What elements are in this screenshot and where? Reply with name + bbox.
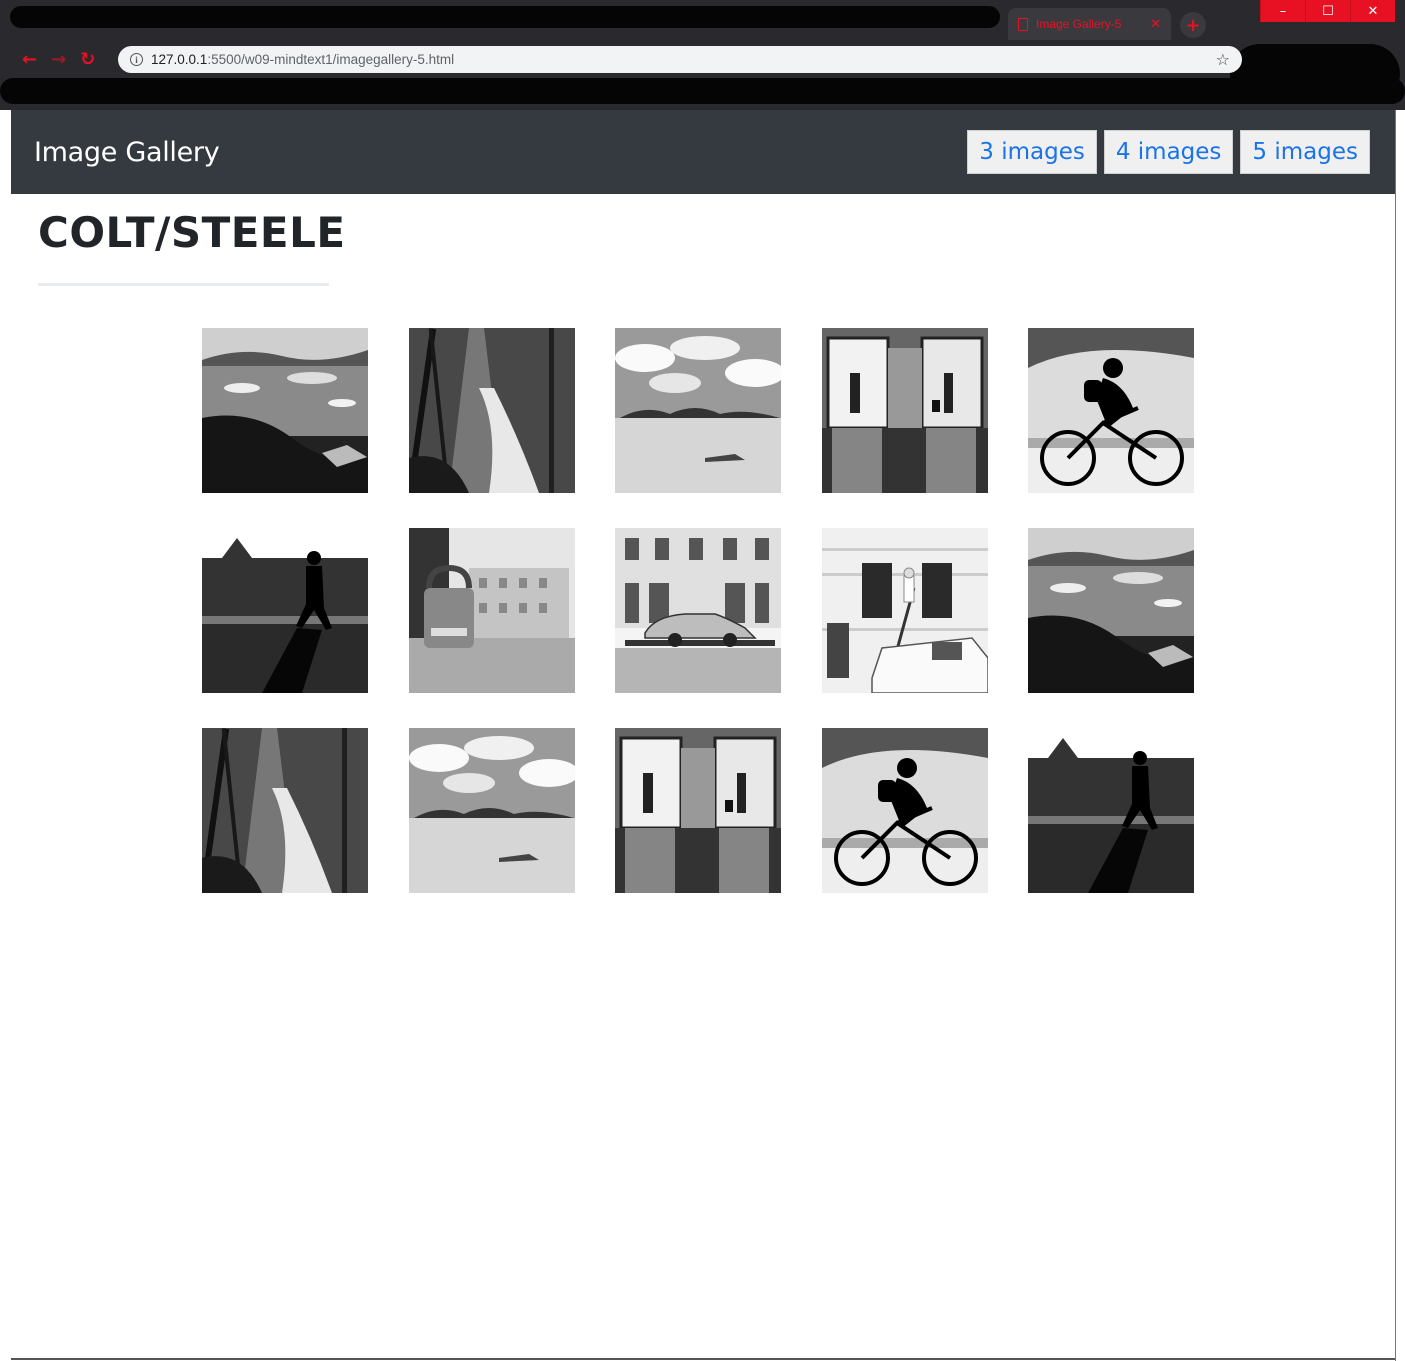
site-info-icon[interactable]: i (130, 53, 143, 66)
icebergs-lagoon-photo (202, 328, 368, 493)
gallery-image (615, 328, 781, 493)
cyclist-silhouette-photo (1028, 328, 1194, 493)
three-images-button[interactable]: 3 images (967, 130, 1097, 174)
four-images-button[interactable]: 4 images (1103, 130, 1234, 174)
forest-waterfall-photo (202, 728, 368, 893)
painter-ladder-van-photo (821, 528, 988, 693)
minimize-button[interactable]: – (1260, 0, 1305, 22)
gallery-image (408, 528, 575, 693)
elevator-doors-photo (821, 328, 988, 493)
reload-icon[interactable]: ↻ (80, 49, 95, 70)
gallery-image (202, 728, 368, 893)
gallery-image (615, 728, 781, 893)
forward-arrow-icon[interactable]: → (51, 49, 66, 70)
navbar-brand[interactable]: Image Gallery (34, 137, 220, 168)
gallery-image (202, 528, 368, 693)
desert-clouds-photo (408, 728, 575, 893)
icebergs-lagoon-photo (1028, 528, 1194, 693)
gallery-image (1028, 728, 1194, 893)
page-content: COLT/STEELE (11, 194, 1395, 1360)
browser-tab[interactable]: Image Gallery-5 ✕ (1008, 8, 1171, 40)
gallery-image (821, 528, 988, 693)
navigation-buttons: ← → ↻ (22, 49, 95, 70)
window-bottom-edge (11, 1358, 1395, 1360)
elevator-doors-photo (615, 728, 781, 893)
gallery-image (1028, 328, 1194, 493)
tab-title: Image Gallery-5 (1036, 17, 1122, 31)
maximize-button[interactable]: ☐ (1305, 0, 1350, 22)
bookmark-star-icon[interactable]: ☆ (1216, 50, 1230, 69)
padlock-street-photo (408, 528, 575, 693)
gallery-image (408, 728, 575, 893)
address-bar[interactable]: i 127.0.0.1:5500/w09-mindtext1/imagegall… (118, 46, 1242, 73)
back-arrow-icon[interactable]: ← (22, 49, 37, 70)
car-on-trailer-photo (615, 528, 781, 693)
cyclist-silhouette-photo (821, 728, 988, 893)
page-icon (1018, 17, 1028, 31)
gallery-image (615, 528, 781, 693)
gallery-image (821, 728, 988, 893)
page-heading: COLT/STEELE (38, 208, 346, 257)
close-window-button[interactable]: ✕ (1350, 0, 1395, 22)
walker-silhouette-photo (202, 528, 368, 693)
navbar: Image Gallery 3 images 4 images 5 images (11, 110, 1395, 194)
url-text[interactable]: 127.0.0.1:5500/w09-mindtext1/imagegaller… (151, 52, 1208, 67)
close-tab-icon[interactable]: ✕ (1150, 17, 1161, 32)
gallery-image (821, 328, 988, 493)
gallery-image (1028, 528, 1194, 693)
new-tab-button[interactable]: + (1180, 12, 1206, 38)
window-controls: – ☐ ✕ (1260, 0, 1395, 22)
image-gallery (202, 328, 1194, 893)
window-edge (1395, 110, 1405, 1361)
forest-waterfall-photo (408, 328, 575, 493)
browser-chrome: Image Gallery-5 ✕ + – ☐ ✕ ← → ↻ i 127.0.… (0, 0, 1405, 110)
five-images-button[interactable]: 5 images (1240, 130, 1370, 174)
desert-clouds-photo (615, 328, 781, 493)
image-count-buttons: 3 images 4 images 5 images (967, 130, 1370, 174)
gallery-image (202, 328, 368, 493)
gallery-image (408, 328, 575, 493)
heading-divider (38, 283, 329, 286)
walker-silhouette-photo (1028, 728, 1194, 893)
